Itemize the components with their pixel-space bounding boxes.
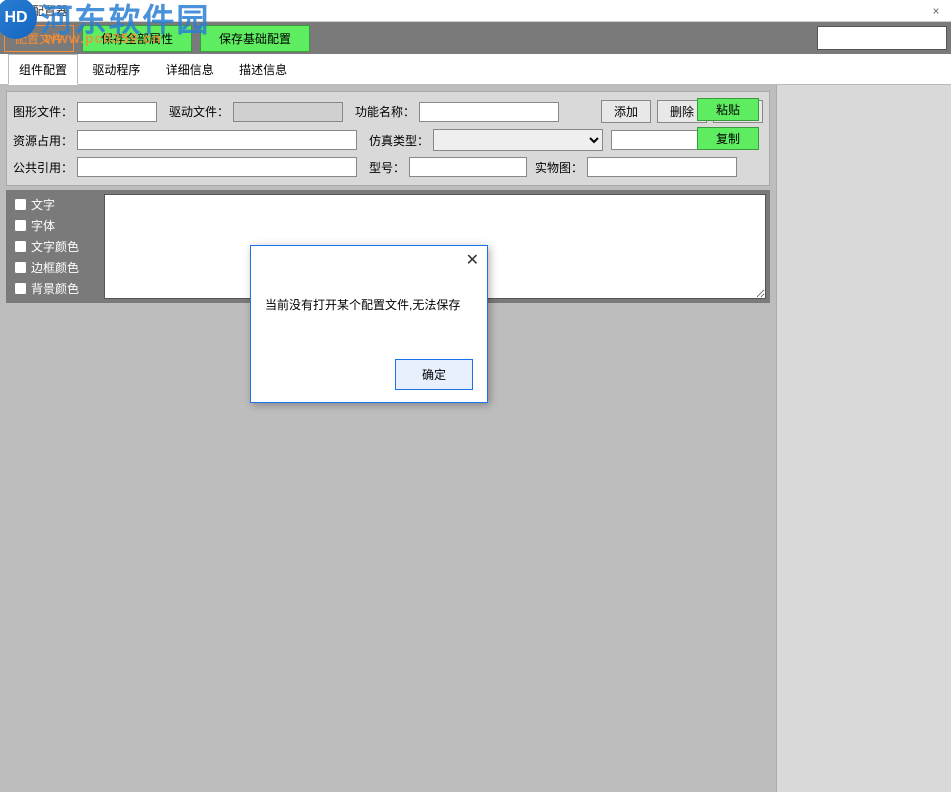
- dialog-ok-button[interactable]: 确定: [395, 359, 473, 390]
- dialog: ✕ 当前没有打开某个配置文件,无法保存 确定: [250, 245, 488, 403]
- dialog-close-icon[interactable]: ✕: [466, 250, 479, 270]
- modal-overlay: ✕ 当前没有打开某个配置文件,无法保存 确定: [0, 0, 951, 791]
- dialog-message: 当前没有打开某个配置文件,无法保存: [251, 246, 487, 313]
